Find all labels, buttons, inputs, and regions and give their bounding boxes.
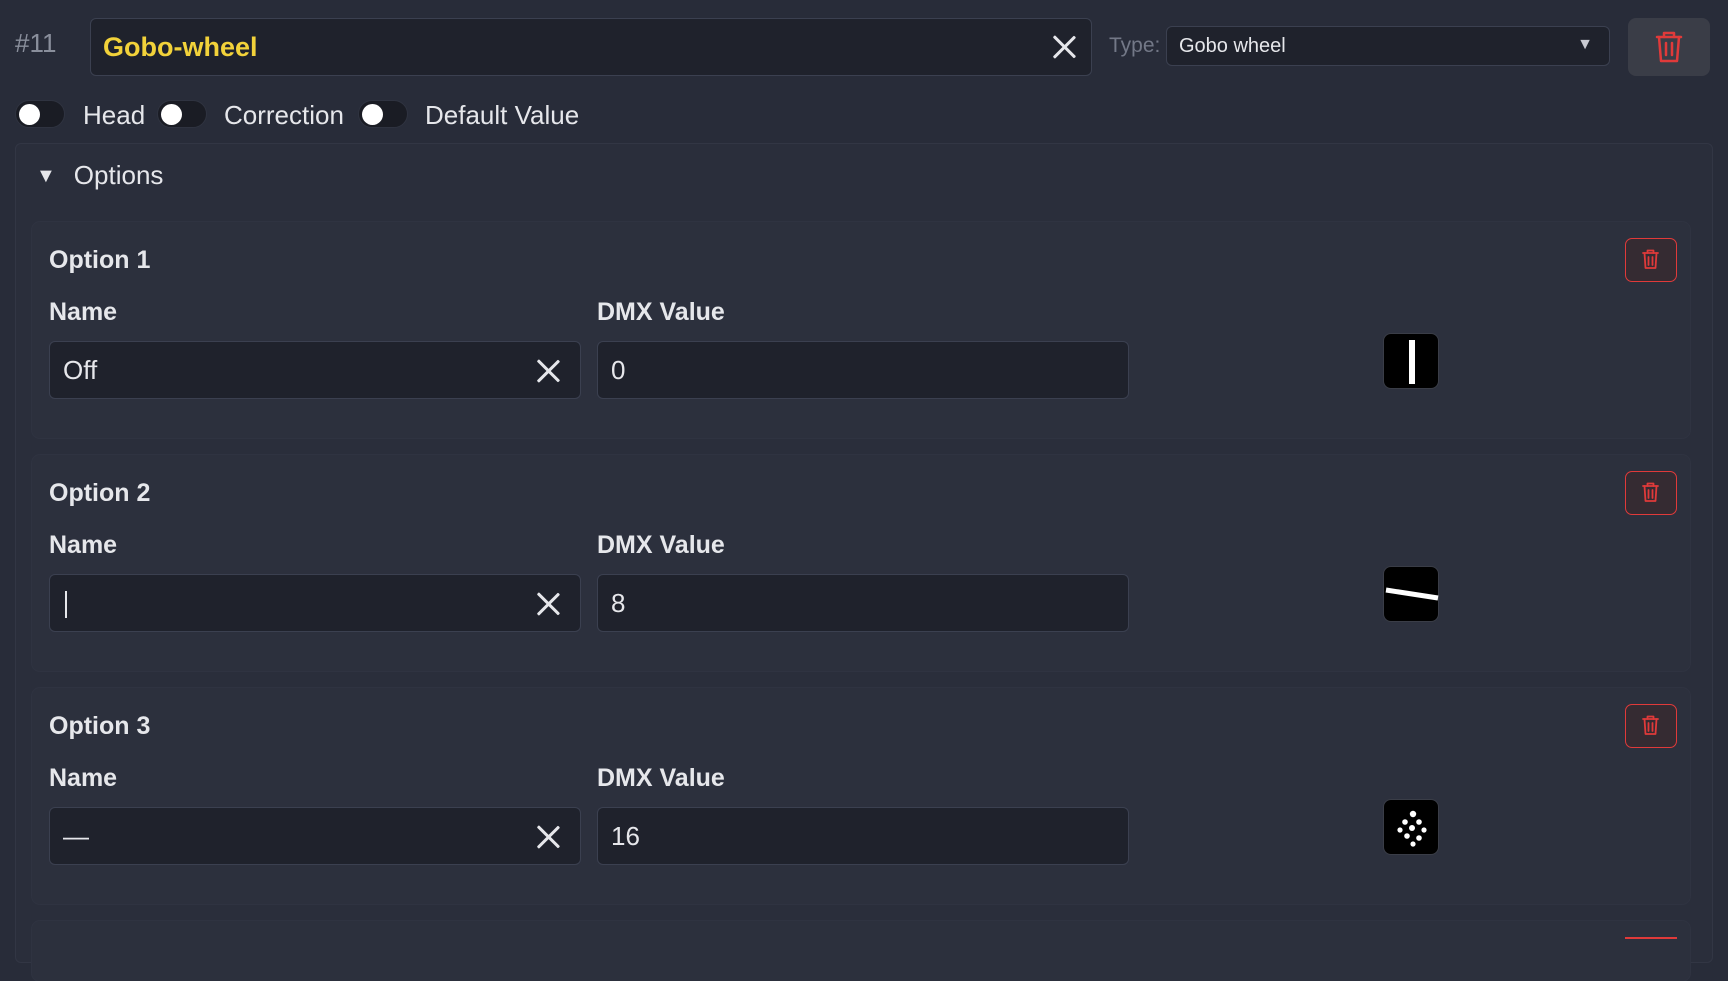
delete-option-button[interactable] bbox=[1625, 471, 1677, 515]
gobo-image bbox=[1409, 340, 1415, 384]
correction-toggle-label: Correction bbox=[224, 100, 344, 130]
correction-toggle[interactable] bbox=[157, 100, 207, 128]
default-value-toggle[interactable] bbox=[358, 100, 408, 128]
trash-icon bbox=[1642, 715, 1659, 735]
delete-option-button[interactable] bbox=[1625, 704, 1677, 748]
option-card bbox=[32, 455, 1690, 671]
delete-option-button[interactable] bbox=[1625, 238, 1677, 282]
option-name-value: Off bbox=[63, 355, 98, 385]
trash-icon bbox=[1642, 249, 1659, 269]
diagonal-line-gobo-icon[interactable] bbox=[1383, 566, 1439, 622]
dmx-value-label: DMX Value bbox=[597, 764, 725, 792]
toggle-knob bbox=[19, 104, 40, 125]
dmx-value-input[interactable]: 8 bbox=[597, 574, 1129, 632]
name-label: Name bbox=[49, 298, 118, 326]
dmx-value-label: DMX Value bbox=[597, 531, 725, 559]
dmx-value: 8 bbox=[611, 588, 626, 618]
head-toggle[interactable] bbox=[15, 100, 65, 128]
option-card bbox=[32, 222, 1690, 438]
toggle-knob bbox=[161, 104, 182, 125]
dropdown-arrow-icon: ▼ bbox=[1577, 36, 1593, 53]
channel-name-value: Gobo-wheel bbox=[103, 32, 258, 62]
dmx-value-input[interactable]: 0 bbox=[597, 341, 1129, 399]
delete-option-button-partial[interactable] bbox=[1625, 937, 1677, 939]
delete-channel-button[interactable] bbox=[1628, 18, 1710, 76]
channel-name-input[interactable]: Gobo-wheel bbox=[90, 18, 1092, 76]
toggle-knob bbox=[362, 104, 383, 125]
option-title: Option 1 bbox=[49, 246, 151, 274]
name-label: Name bbox=[49, 764, 118, 792]
dmx-value: 0 bbox=[611, 355, 626, 385]
channel-number: #11 bbox=[15, 28, 57, 58]
clear-name-icon[interactable] bbox=[535, 591, 561, 617]
option-name-input[interactable]: Off bbox=[49, 341, 581, 399]
option-name-input[interactable]: — bbox=[49, 807, 581, 865]
dmx-value: 16 bbox=[611, 821, 640, 851]
clear-name-icon[interactable] bbox=[1051, 34, 1077, 60]
gobo-image bbox=[1397, 810, 1427, 847]
option-title: Option 3 bbox=[49, 712, 151, 740]
collapse-triangle-icon: ▼ bbox=[36, 165, 56, 187]
option-name-value: — bbox=[63, 821, 89, 851]
type-label: Type: bbox=[1109, 34, 1161, 57]
gobo-image bbox=[1385, 587, 1439, 601]
type-select-value: Gobo wheel bbox=[1179, 35, 1286, 57]
dmx-value-input[interactable]: 16 bbox=[597, 807, 1129, 865]
option-card bbox=[32, 921, 1690, 981]
clear-name-icon[interactable] bbox=[535, 358, 561, 384]
default-value-toggle-label: Default Value bbox=[425, 100, 580, 130]
option-card bbox=[32, 688, 1690, 904]
clear-name-icon[interactable] bbox=[535, 824, 561, 850]
options-label: Options bbox=[73, 160, 164, 190]
vertical-line-gobo-icon[interactable] bbox=[1383, 333, 1439, 389]
trash-icon bbox=[1642, 482, 1659, 502]
options-collapse-toggle[interactable]: ▼ Options bbox=[36, 160, 163, 191]
name-label: Name bbox=[49, 531, 118, 559]
text-cursor bbox=[65, 591, 67, 618]
type-select[interactable]: Gobo wheel ▼ bbox=[1166, 26, 1610, 66]
head-toggle-label: Head bbox=[83, 100, 146, 130]
option-name-input[interactable] bbox=[49, 574, 581, 632]
trash-icon bbox=[1655, 31, 1683, 63]
option-title: Option 2 bbox=[49, 479, 151, 507]
dots-gobo-icon[interactable] bbox=[1383, 799, 1439, 855]
dmx-value-label: DMX Value bbox=[597, 298, 725, 326]
